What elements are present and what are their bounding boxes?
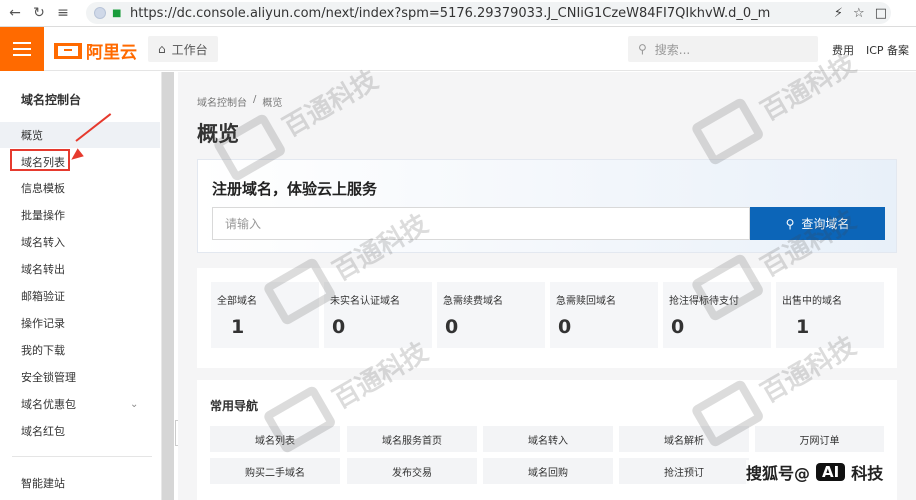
nav-backorder[interactable]: 抢注预订	[619, 458, 749, 484]
breadcrumb-root[interactable]: 域名控制台	[197, 94, 247, 109]
page-title: 概览	[197, 122, 239, 146]
icp-link[interactable]: ICP 备案	[866, 42, 909, 58]
sidebar-item-batch[interactable]: 批量操作	[0, 202, 160, 228]
search-icon: ⚲	[785, 216, 795, 231]
nav-domain-buyback[interactable]: 域名回购	[483, 458, 613, 484]
stat-for-sale[interactable]: 出售中的域名 1	[776, 282, 884, 348]
search-icon: ⚲	[638, 42, 647, 56]
stat-unverified[interactable]: 未实名认证域名 0	[324, 282, 432, 348]
aliyun-logo[interactable]: 阿里云	[54, 38, 137, 63]
main-content: 域名控制台 / 概览 概览 注册域名，体验云上服务 ⚲ 查询域名 全部域名 1 …	[178, 72, 916, 500]
domain-stats-card: 全部域名 1 未实名认证域名 0 急需续费域名 0 急需赎回域名 0 抢注得标待…	[197, 268, 897, 368]
sidebar-scrollbar[interactable]	[162, 72, 174, 500]
tab-search-icon[interactable]: ≡	[54, 4, 72, 22]
breadcrumb-current: 概览	[262, 98, 283, 109]
sidebar-item-security-lock[interactable]: 安全锁管理	[0, 364, 160, 390]
stat-value: 1	[231, 316, 245, 338]
register-domain-card: 注册域名，体验云上服务 ⚲ 查询域名	[197, 159, 897, 253]
sidebar-item-transfer-out[interactable]: 域名转出	[0, 256, 160, 282]
hamburger-menu-icon[interactable]	[0, 27, 44, 71]
lock-icon[interactable]: ■	[112, 8, 122, 19]
stat-value: 0	[445, 316, 459, 338]
home-icon: ⌂	[158, 42, 166, 56]
browser-toolbar: ← ↻ ≡ ■ https://dc.console.aliyun.com/ne…	[0, 0, 916, 27]
sidebar-item-smart-site[interactable]: 智能建站	[0, 470, 160, 496]
stat-value: 1	[796, 316, 810, 338]
bookmark-star-icon[interactable]: ☆	[853, 6, 865, 21]
tab-icon[interactable]: □	[875, 6, 887, 21]
console-search[interactable]: ⚲ 搜索...	[628, 36, 818, 62]
breadcrumb: 域名控制台 / 概览	[197, 94, 282, 109]
site-icon	[94, 7, 106, 19]
url-text[interactable]: https://dc.console.aliyun.com/next/index…	[130, 6, 770, 21]
stat-value: 0	[558, 316, 572, 338]
annotation-highlight-box	[10, 149, 70, 171]
domain-search-input[interactable]	[212, 207, 750, 240]
promo-title: 注册域名，体验云上服务	[212, 180, 378, 198]
chevron-down-icon: ⌄	[130, 398, 139, 410]
sidebar-item-transfer-in[interactable]: 域名转入	[0, 229, 160, 255]
stat-value: 0	[671, 316, 685, 338]
reload-icon[interactable]: ↻	[30, 4, 48, 22]
sidebar-item-downloads[interactable]: 我的下载	[0, 337, 160, 363]
nav-wanwang-orders[interactable]: 万网订单	[755, 426, 884, 452]
nav-publish-trade[interactable]: 发布交易	[347, 458, 477, 484]
stat-renew-urgent[interactable]: 急需续费域名 0	[437, 282, 545, 348]
stat-redeem-urgent[interactable]: 急需赎回域名 0	[550, 282, 658, 348]
stat-value: 0	[332, 316, 346, 338]
sidebar-item-email-verify[interactable]: 邮箱验证	[0, 283, 160, 309]
nav-domain-dns[interactable]: 域名解析	[619, 426, 749, 452]
nav-domain-list[interactable]: 域名列表	[210, 426, 340, 452]
common-nav-title: 常用导航	[210, 399, 259, 413]
aliyun-logo-icon	[54, 42, 82, 59]
query-domain-button[interactable]: ⚲ 查询域名	[750, 207, 885, 240]
nav-domain-transfer-in[interactable]: 域名转入	[483, 426, 613, 452]
extension-icon[interactable]: ⚡	[834, 6, 843, 21]
address-bar[interactable]: ■ https://dc.console.aliyun.com/next/ind…	[86, 2, 891, 24]
nav-buy-secondhand[interactable]: 购买二手域名	[210, 458, 340, 484]
workbench-button[interactable]: ⌂ 工作台	[148, 36, 218, 62]
fee-link[interactable]: 费用	[832, 42, 854, 58]
breadcrumb-separator: /	[253, 94, 257, 105]
console-header: 阿里云 ⌂ 工作台 ⚲ 搜索... 费用 ICP 备案	[0, 27, 916, 71]
stat-backorder-pending[interactable]: 抢注得标待支付 0	[663, 282, 771, 348]
sidebar-title: 域名控制台	[21, 93, 82, 107]
stat-all-domains[interactable]: 全部域名 1	[211, 282, 319, 348]
sidebar-item-templates[interactable]: 信息模板	[0, 175, 160, 201]
sidebar-divider	[12, 456, 152, 457]
back-icon[interactable]: ←	[6, 4, 24, 22]
sidebar-item-red-packet[interactable]: 域名红包	[0, 418, 160, 444]
sidebar-item-discount-pack[interactable]: 域名优惠包 ⌄	[0, 391, 160, 417]
footer-watermark: 搜狐号@ AI 科技	[746, 460, 884, 484]
nav-domain-home[interactable]: 域名服务首页	[347, 426, 477, 452]
sidebar-item-operation-log[interactable]: 操作记录	[0, 310, 160, 336]
